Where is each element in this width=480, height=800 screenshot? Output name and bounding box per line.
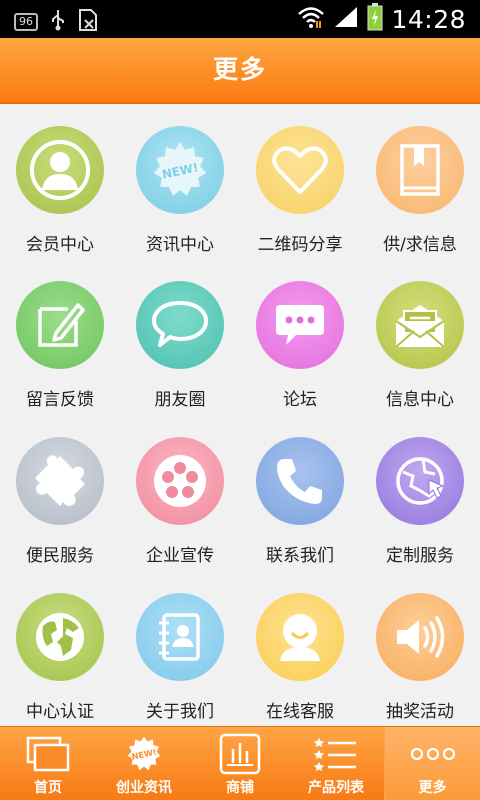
- tab-label: 创业资讯: [116, 780, 172, 796]
- clock: 14:28: [391, 4, 466, 34]
- tab-home[interactable]: 首页: [0, 727, 96, 800]
- grid-item-label: 联系我们: [266, 546, 334, 566]
- page-title: 更多: [212, 55, 267, 84]
- puzzle-icon: [16, 437, 104, 525]
- tab-label: 首页: [34, 780, 62, 796]
- grid-item-label: 定制服务: [386, 546, 454, 566]
- grid-item-info-center[interactable]: 信息中心: [360, 259, 480, 414]
- tab-more[interactable]: 更多: [384, 727, 480, 800]
- tab-label: 商铺: [226, 780, 254, 796]
- tab-startup-news[interactable]: NEW! 创业资讯: [96, 727, 192, 800]
- bottom-tab-bar: 首页 NEW! 创业资讯 商铺 产品列表 更多: [0, 726, 480, 800]
- phone-icon: [256, 437, 344, 525]
- edit-icon: [16, 281, 104, 369]
- more-dots-icon: [385, 733, 480, 775]
- contacts-book-icon: [136, 593, 224, 681]
- envelope-icon: [376, 281, 464, 369]
- grid-item-center-certification[interactable]: 中心认证: [0, 571, 120, 726]
- grid-item-qr-share[interactable]: 二维码分享: [240, 104, 360, 259]
- grid-item-label: 关于我们: [146, 702, 214, 722]
- grid-item-supply-demand[interactable]: 供/求信息: [360, 104, 480, 259]
- film-reel-icon: [136, 437, 224, 525]
- shop-chart-icon: [192, 733, 288, 775]
- tab-label: 更多: [418, 780, 447, 796]
- speaker-icon: [376, 593, 464, 681]
- grid-item-label: 在线客服: [266, 702, 334, 722]
- status-bar: 96 14:28: [0, 0, 480, 38]
- grid-item-label: 信息中心: [386, 390, 454, 410]
- new-badge-icon: NEW!: [96, 733, 192, 775]
- tab-label: 产品列表: [308, 780, 364, 796]
- grid-item-contact-us[interactable]: 联系我们: [240, 415, 360, 570]
- grid-item-news-center[interactable]: NEW! 资讯中心: [120, 104, 240, 259]
- grid-item-corporate-promo[interactable]: 企业宣传: [120, 415, 240, 570]
- signal-icon: [333, 5, 359, 33]
- grid-item-feedback[interactable]: 留言反馈: [0, 259, 120, 414]
- usb-icon: [50, 9, 66, 35]
- globe-arrow-icon: [376, 437, 464, 525]
- grid-item-lottery[interactable]: 抽奖活动: [360, 571, 480, 726]
- notification-badge: 96: [14, 13, 38, 31]
- grid-item-label: 资讯中心: [146, 235, 214, 255]
- grid-item-label: 企业宣传: [146, 546, 214, 566]
- grid-item-label: 留言反馈: [26, 390, 94, 410]
- grid-item-about-us[interactable]: 关于我们: [120, 571, 240, 726]
- book-icon: [376, 126, 464, 214]
- heart-icon: [256, 126, 344, 214]
- customer-service-icon: [256, 593, 344, 681]
- wifi-icon: [297, 5, 325, 33]
- grid-item-label: 二维码分享: [257, 235, 343, 255]
- header-bar: 更多: [0, 38, 480, 104]
- grid-item-forum[interactable]: 论坛: [240, 259, 360, 414]
- tab-product-list[interactable]: 产品列表: [288, 727, 384, 800]
- sim-card-icon: [78, 8, 98, 36]
- tab-shop[interactable]: 商铺: [192, 727, 288, 800]
- grid-item-custom-service[interactable]: 定制服务: [360, 415, 480, 570]
- grid-item-label: 便民服务: [26, 546, 94, 566]
- grid-item-label: 朋友圈: [154, 390, 206, 410]
- grid-item-label: 抽奖活动: [386, 702, 454, 722]
- grid-item-online-support[interactable]: 在线客服: [240, 571, 360, 726]
- speech-bubble-icon: [136, 281, 224, 369]
- chat-dots-icon: [256, 281, 344, 369]
- grid-item-label: 论坛: [283, 390, 317, 410]
- grid-item-friends[interactable]: 朋友圈: [120, 259, 240, 414]
- battery-icon: [367, 3, 383, 35]
- member-icon: [16, 126, 104, 214]
- grid-item-label: 中心认证: [26, 702, 94, 722]
- grid-item-member-center[interactable]: 会员中心: [0, 104, 120, 259]
- grid-item-public-service[interactable]: 便民服务: [0, 415, 120, 570]
- home-windows-icon: [0, 733, 96, 775]
- star-list-icon: [288, 733, 384, 775]
- grid-item-label: 供/求信息: [383, 235, 457, 255]
- new-badge-icon: NEW!: [136, 126, 224, 214]
- feature-grid: 会员中心 NEW! 资讯中心 二维码分享 供/求信息 留言反馈 朋友圈 论坛 信…: [0, 104, 480, 726]
- globe-icon: [16, 593, 104, 681]
- grid-item-label: 会员中心: [26, 235, 94, 255]
